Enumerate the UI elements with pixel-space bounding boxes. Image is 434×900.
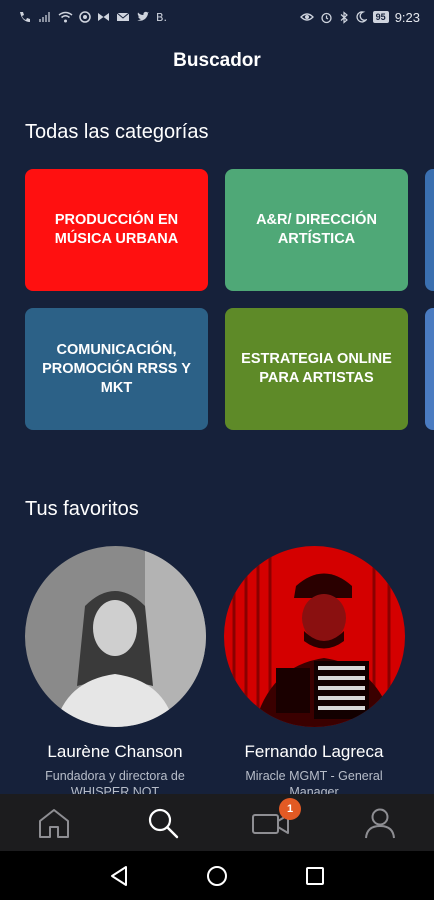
- tab-video[interactable]: 1: [217, 794, 326, 851]
- wifi-icon: [58, 11, 73, 23]
- bowtie-icon: [98, 13, 109, 21]
- back-icon: [111, 865, 127, 886]
- status-right-icons: 95 9:23: [299, 9, 420, 25]
- bottom-tab-bar: 1: [0, 794, 434, 851]
- category-card-estrategia[interactable]: ESTRATEGIA ONLINE PARA ARTISTAS: [225, 308, 408, 430]
- favorite-role: Miracle MGMT - General Manager: [245, 769, 383, 794]
- bluetooth-icon: [340, 10, 348, 24]
- favorite-item[interactable]: Fernando Lagreca Miracle MGMT - General …: [219, 546, 409, 794]
- system-back-button[interactable]: [99, 856, 139, 896]
- category-card-partial-2[interactable]: [425, 308, 434, 430]
- tab-search[interactable]: [109, 794, 218, 851]
- tab-profile[interactable]: [326, 794, 434, 851]
- phone-wifi-icon: [20, 12, 30, 22]
- home-circle-icon: [207, 865, 227, 886]
- recents-icon: [306, 866, 324, 885]
- search-icon: [148, 808, 178, 838]
- system-recents-button[interactable]: [295, 856, 335, 896]
- category-card-partial[interactable]: [425, 169, 434, 291]
- twitter-icon: [137, 11, 149, 21]
- home-icon: [39, 808, 70, 838]
- status-left-icons: B.: [18, 11, 167, 23]
- favorites-list: Laurène Chanson Fundadora y directora de…: [0, 546, 434, 794]
- alarm-icon: [321, 12, 332, 23]
- signal-icon: [39, 12, 50, 22]
- favorites-heading: Tus favoritos: [25, 498, 139, 520]
- status-time: 9:23: [394, 9, 420, 25]
- avatar: [223, 546, 405, 727]
- eye-icon: [299, 13, 314, 21]
- notification-badge: 1: [279, 798, 301, 820]
- category-card-ar-direccion[interactable]: A&R/ DIRECCIÓN ARTÍSTICA: [225, 169, 408, 291]
- mail-icon: [116, 12, 130, 21]
- battery-indicator: 95: [372, 11, 389, 23]
- categories-grid: PRODUCCIÓN EN MÚSICA URBANA A&R/ DIRECCI…: [25, 169, 434, 431]
- favorite-role: Fundadora y directora de WHISPER NOT: [45, 769, 185, 794]
- tab-home[interactable]: [0, 794, 109, 851]
- favorite-name: Fernando Lagreca: [244, 742, 384, 761]
- app-icon: [79, 11, 91, 23]
- profile-icon: [364, 808, 395, 838]
- system-nav-bar: [0, 851, 434, 900]
- booking-icon: B.: [156, 10, 168, 24]
- categories-heading: Todas las categorías: [25, 121, 209, 143]
- page-title: Buscador: [173, 50, 261, 71]
- favorite-name: Laurène Chanson: [47, 742, 183, 761]
- category-card-comunicacion[interactable]: COMUNICACIÓN, PROMOCIÓN RRSS Y MKT: [25, 308, 208, 430]
- favorite-item[interactable]: Laurène Chanson Fundadora y directora de…: [20, 546, 210, 794]
- status-bar: B. 95 9:23: [0, 0, 434, 34]
- moon-icon: [356, 11, 367, 23]
- system-home-button[interactable]: [197, 856, 237, 896]
- category-card-produccion[interactable]: PRODUCCIÓN EN MÚSICA URBANA: [25, 169, 208, 291]
- avatar: [24, 546, 206, 727]
